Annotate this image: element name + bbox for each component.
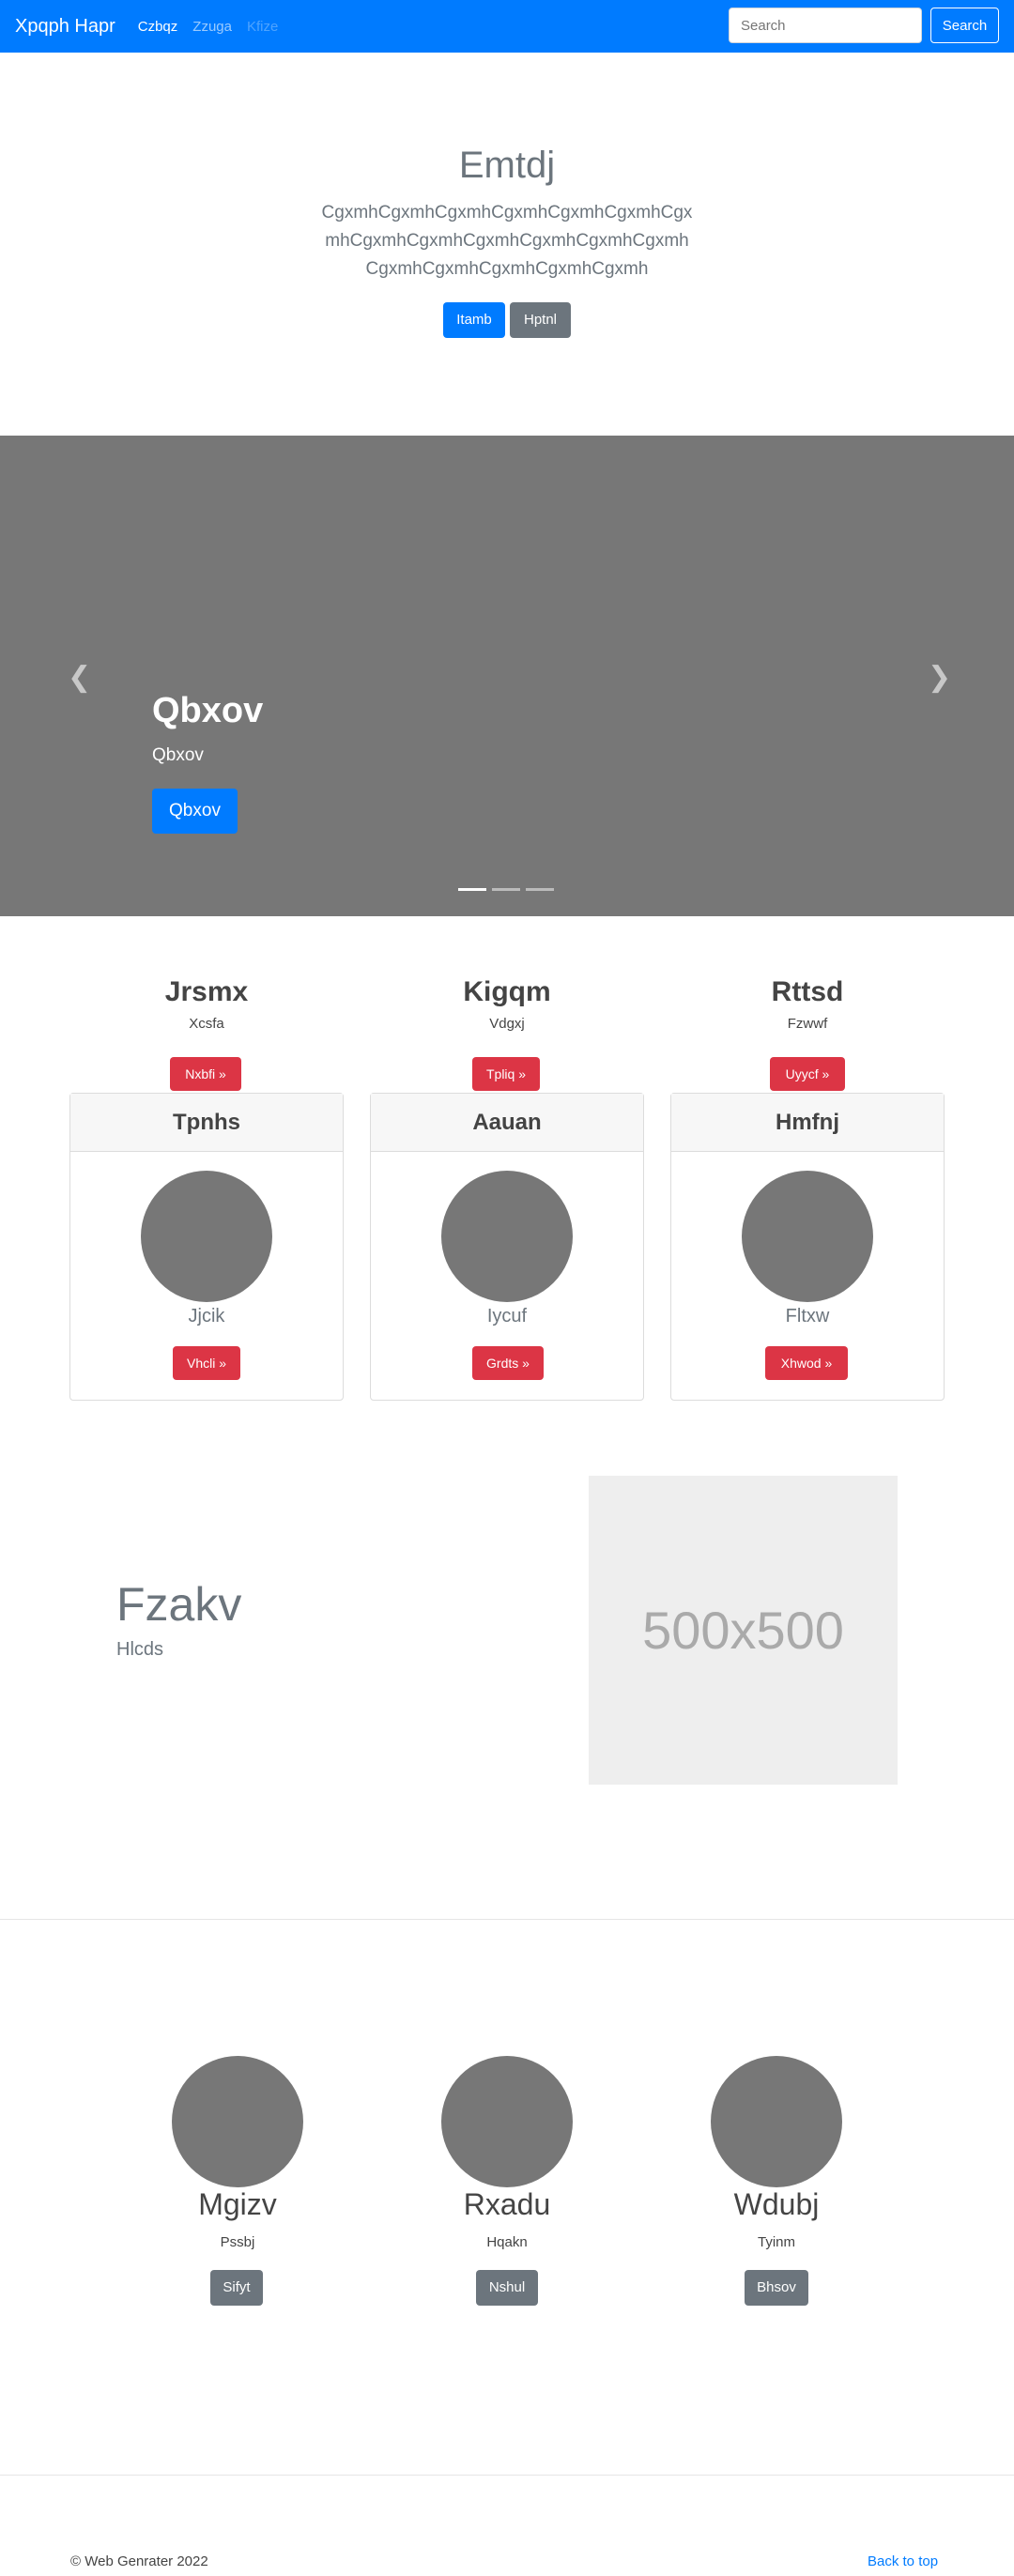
card-3-button[interactable]: Xhwod »	[765, 1346, 848, 1380]
column-title: Rttsd	[771, 976, 844, 1007]
card-2-button[interactable]: Grdts »	[472, 1346, 544, 1380]
card-1-button[interactable]: Vhcli »	[173, 1346, 240, 1380]
column-3-button[interactable]: Uyycf »	[770, 1057, 845, 1091]
card-header: Aauan	[371, 1094, 643, 1152]
navbar: Xpqph Hapr Czbqz Zzuga Kfize Search	[0, 0, 1014, 53]
featurette-title: Fzakv	[116, 1578, 242, 1631]
chevron-left-icon[interactable]: ❮	[68, 661, 91, 694]
hero-title: Emtdj	[458, 145, 556, 186]
team-1-button[interactable]: Sifyt	[210, 2270, 263, 2306]
carousel-indicator-3[interactable]	[526, 888, 554, 891]
team-3-button[interactable]: Bhsov	[745, 2270, 808, 2306]
team-name: Mgizv	[198, 2187, 277, 2221]
carousel-indicator-2[interactable]	[492, 888, 520, 891]
team-subtitle: Pssbj	[220, 2234, 255, 2250]
column-2: Kigqm Vdgxj	[370, 976, 644, 1032]
team-avatar	[711, 2056, 842, 2187]
navbar-brand[interactable]: Xpqph Hapr	[15, 16, 115, 38]
team-subtitle: Tyinm	[757, 2234, 795, 2250]
column-1: Jrsmx Xcsfa	[69, 976, 344, 1032]
card-avatar	[141, 1171, 272, 1302]
column-1-button[interactable]: Nxbfi »	[170, 1057, 241, 1091]
column-3: Rttsd Fzwwf	[670, 976, 945, 1032]
card-name: Jjcik	[188, 1306, 225, 1326]
featurette-subtitle: Hlcds	[116, 1639, 164, 1660]
team-avatar	[172, 2056, 303, 2187]
column-2-button[interactable]: Tpliq »	[472, 1057, 540, 1091]
team-name: Rxadu	[463, 2187, 551, 2221]
search-input[interactable]	[729, 8, 922, 43]
placeholder-label: 500x500	[642, 1601, 844, 1660]
card-header: Tpnhs	[70, 1094, 343, 1152]
placeholder-image: 500x500	[589, 1476, 898, 1785]
team-avatar	[441, 2056, 573, 2187]
team-name: Wdubj	[733, 2187, 820, 2221]
card-header: Hmfnj	[671, 1094, 944, 1152]
card-avatar	[441, 1171, 573, 1302]
divider	[0, 2475, 1014, 2476]
hero-primary-button[interactable]: Itamb	[443, 302, 505, 338]
team-2-button[interactable]: Nshul	[476, 2270, 538, 2306]
hero-lead: CgxmhCgxmhCgxmhCgxmhCgxmhCgxmhCgxmhCgxmh…	[321, 203, 693, 279]
nav-link-czbqz[interactable]: Czbqz	[138, 19, 178, 35]
card-avatar	[742, 1171, 873, 1302]
divider	[0, 1919, 1014, 1920]
carousel: ❮ ❯ Qbxov Qbxov Qbxov	[0, 436, 1014, 916]
carousel-indicator-1[interactable]	[458, 888, 486, 891]
card-name: Iycuf	[486, 1306, 528, 1326]
back-to-top-link[interactable]: Back to top	[868, 2553, 938, 2569]
column-subtitle: Fzwwf	[787, 1016, 828, 1032]
hero-section: Emtdj CgxmhCgxmhCgxmhCgxmhCgxmhCgxmhCgxm…	[0, 53, 1014, 436]
chevron-right-icon[interactable]: ❯	[928, 661, 951, 694]
search-button[interactable]: Search	[930, 8, 999, 43]
column-subtitle: Vdgxj	[489, 1016, 525, 1032]
column-subtitle: Xcsfa	[189, 1016, 224, 1032]
hero-secondary-button[interactable]: Hptnl	[510, 302, 571, 338]
nav-link-zzuga[interactable]: Zzuga	[192, 19, 232, 35]
carousel-title: Qbxov	[152, 691, 264, 730]
footer-copyright: © Web Genrater 2022	[70, 2553, 208, 2569]
column-title: Jrsmx	[164, 976, 249, 1007]
carousel-button[interactable]: Qbxov	[152, 789, 238, 834]
carousel-subtitle: Qbxov	[152, 745, 204, 765]
card-name: Fltxw	[785, 1306, 830, 1326]
nav-link-kfize: Kfize	[246, 18, 279, 35]
team-subtitle: Hqakn	[486, 2234, 528, 2250]
column-title: Kigqm	[463, 976, 551, 1007]
